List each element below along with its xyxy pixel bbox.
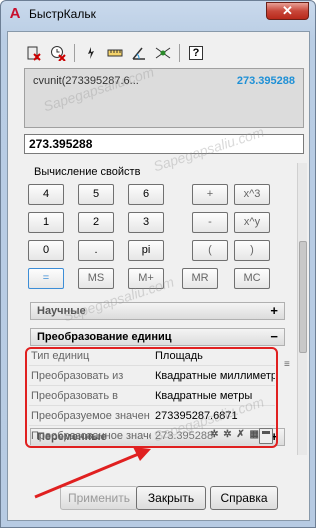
quickcalc-window: A БыстрКальк ✕ ? cvunit(273395287.6... 2… [0,0,316,528]
annotation-arrow [34,447,151,499]
